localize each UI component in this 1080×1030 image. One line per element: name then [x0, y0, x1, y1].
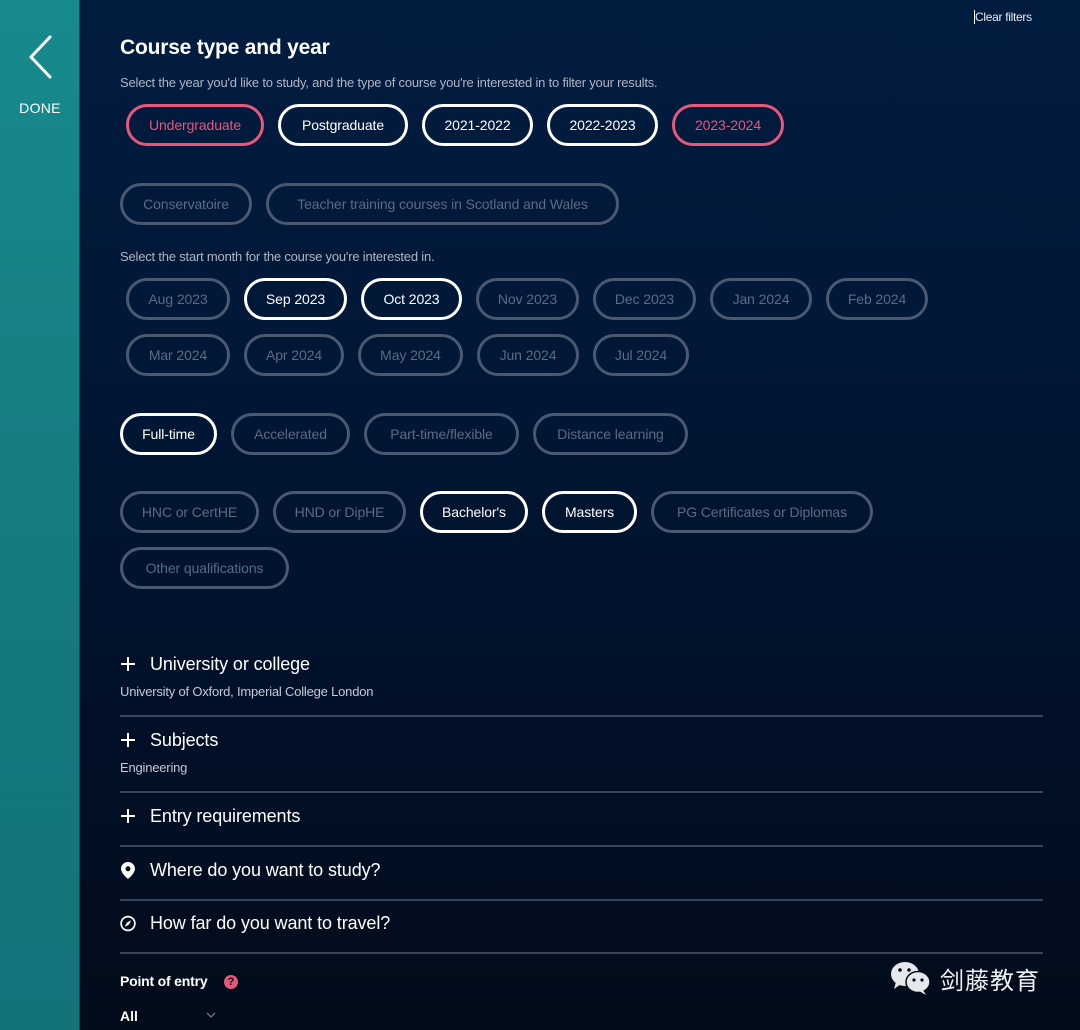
point-of-entry-label: Point of entry: [120, 973, 208, 989]
pill-month[interactable]: Sep 2023: [244, 278, 347, 320]
pill-month[interactable]: Jul 2024: [593, 334, 689, 376]
compass-icon: [120, 915, 136, 931]
chevron-down-icon: [206, 1012, 216, 1018]
accordion-title: University or college: [150, 653, 310, 674]
pill-part-time[interactable]: Part-time/flexible: [364, 413, 519, 455]
map-pin-icon: [120, 861, 136, 879]
pill-conservatoire[interactable]: Conservatoire: [120, 183, 252, 225]
pill-2022-2023[interactable]: 2022-2023: [547, 104, 658, 146]
qualification-pills-row-1: HNC or CertHE HND or DipHE Bachelor's Ma…: [120, 491, 873, 533]
pill-full-time[interactable]: Full-time: [120, 413, 217, 455]
pill-month[interactable]: May 2024: [358, 334, 463, 376]
months-row-1: Aug 2023 Sep 2023 Oct 2023 Nov 2023 Dec …: [126, 278, 928, 320]
watermark: 剑藤教育: [890, 960, 1040, 996]
help-icon[interactable]: ?: [224, 975, 238, 989]
accordion-title: Entry requirements: [150, 805, 301, 826]
pill-bachelors[interactable]: Bachelor's: [420, 491, 528, 533]
point-of-entry-select[interactable]: All: [120, 1008, 220, 1030]
accordion-entry-requirements: Entry requirements: [120, 804, 1043, 828]
pill-month[interactable]: Aug 2023: [126, 278, 230, 320]
sidebar: DONE: [0, 0, 80, 1030]
section-description: Select the year you'd like to study, and…: [120, 75, 658, 90]
qualification-pills-row-2: Other qualifications: [120, 547, 289, 589]
plus-icon: [120, 732, 136, 748]
wechat-icon: [891, 962, 931, 995]
accordion-where-toggle[interactable]: Where do you want to study?: [120, 858, 1043, 882]
pill-2023-2024[interactable]: 2023-2024: [672, 104, 784, 146]
pill-teacher-training[interactable]: Teacher training courses in Scotland and…: [266, 183, 619, 225]
pill-month[interactable]: Feb 2024: [826, 278, 928, 320]
pill-month[interactable]: Dec 2023: [593, 278, 696, 320]
accordion-subjects: Subjects Engineering: [120, 728, 1043, 776]
pill-2021-2022[interactable]: 2021-2022: [422, 104, 533, 146]
accordion-subjects-toggle[interactable]: Subjects: [120, 728, 1043, 752]
divider: [120, 845, 1043, 847]
pill-hnd-diphe[interactable]: HND or DipHE: [273, 491, 406, 533]
accordion-travel-distance: How far do you want to travel?: [120, 911, 1043, 935]
month-description: Select the start month for the course yo…: [120, 249, 435, 264]
point-of-entry-value: All: [120, 1008, 138, 1024]
pill-hnc-certhe[interactable]: HNC or CertHE: [120, 491, 259, 533]
special-type-pills: Conservatoire Teacher training courses i…: [120, 183, 619, 225]
done-back-button[interactable]: [26, 34, 56, 80]
study-mode-pills: Full-time Accelerated Part-time/flexible…: [120, 413, 688, 455]
pill-undergraduate[interactable]: Undergraduate: [126, 104, 264, 146]
pill-accelerated[interactable]: Accelerated: [231, 413, 350, 455]
pill-month[interactable]: Nov 2023: [476, 278, 579, 320]
accordion-entry-toggle[interactable]: Entry requirements: [120, 804, 1043, 828]
clear-filters-link[interactable]: Clear filters: [974, 10, 1032, 24]
pill-masters[interactable]: Masters: [542, 491, 637, 533]
selected-universities: University of Oxford, Imperial College L…: [120, 684, 374, 699]
pill-other-qualifications[interactable]: Other qualifications: [120, 547, 289, 589]
accordion-title: Where do you want to study?: [150, 859, 381, 880]
filter-panel: Clear filters Course type and year Selec…: [80, 0, 1080, 1030]
plus-icon: [120, 656, 136, 672]
section-title: Course type and year: [120, 36, 330, 59]
pill-month[interactable]: Oct 2023: [361, 278, 462, 320]
pill-distance-learning[interactable]: Distance learning: [533, 413, 688, 455]
months-row-2: Mar 2024 Apr 2024 May 2024 Jun 2024 Jul …: [126, 334, 689, 376]
accordion-title: How far do you want to travel?: [150, 912, 391, 933]
accordion-title: Subjects: [150, 729, 219, 750]
chevron-left-icon: [29, 35, 52, 79]
pill-month[interactable]: Jun 2024: [477, 334, 579, 376]
pill-postgraduate[interactable]: Postgraduate: [278, 104, 408, 146]
divider: [120, 899, 1043, 901]
pill-month[interactable]: Apr 2024: [244, 334, 344, 376]
done-label[interactable]: DONE: [0, 100, 80, 116]
accordion-where-to-study: Where do you want to study?: [120, 858, 1043, 882]
pill-month[interactable]: Jan 2024: [710, 278, 812, 320]
accordion-university: University or college University of Oxfo…: [120, 652, 1043, 700]
divider: [120, 791, 1043, 793]
accordion-travel-toggle[interactable]: How far do you want to travel?: [120, 911, 1043, 935]
level-year-pills: Undergraduate Postgraduate 2021-2022 202…: [126, 104, 784, 146]
watermark-text: 剑藤教育: [940, 966, 1040, 995]
selected-subjects: Engineering: [120, 760, 188, 775]
pill-pg-certificates[interactable]: PG Certificates or Diplomas: [651, 491, 873, 533]
accordion-university-toggle[interactable]: University or college: [120, 652, 1043, 676]
pill-month[interactable]: Mar 2024: [126, 334, 230, 376]
divider: [120, 715, 1043, 717]
divider: [120, 952, 1043, 954]
plus-icon: [120, 808, 136, 824]
